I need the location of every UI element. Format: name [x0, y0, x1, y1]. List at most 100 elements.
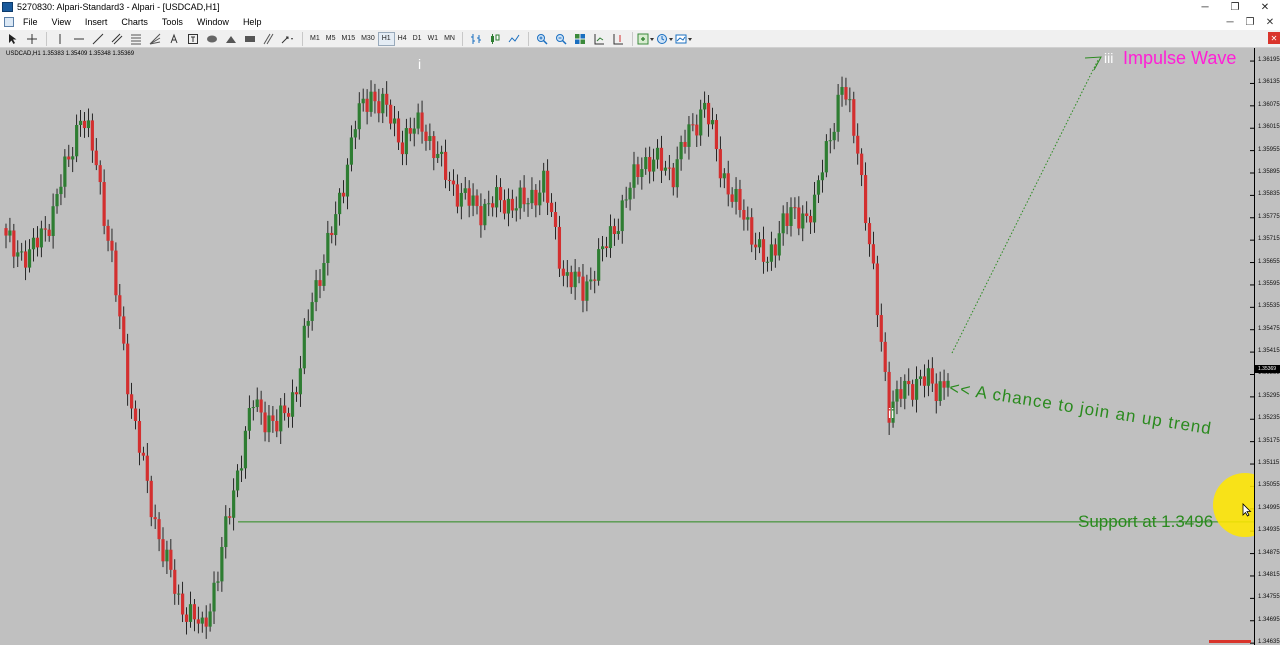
- bull-candle: [495, 187, 499, 208]
- bear-candle: [754, 244, 758, 248]
- chart-shift-icon[interactable]: [609, 31, 627, 47]
- bear-candle: [561, 268, 565, 276]
- channel-icon[interactable]: [108, 31, 126, 47]
- timeframe-m15[interactable]: M15: [338, 32, 358, 46]
- zoom-out-icon[interactable]: [552, 31, 570, 47]
- autoscroll-icon[interactable]: [590, 31, 608, 47]
- line-chart-icon[interactable]: [505, 31, 523, 47]
- bar-chart-icon[interactable]: [467, 31, 485, 47]
- bear-candle: [883, 341, 887, 372]
- tile-windows-icon[interactable]: [571, 31, 589, 47]
- bear-candle: [408, 128, 412, 134]
- vertical-line-icon[interactable]: [51, 31, 69, 47]
- bear-candle: [809, 215, 813, 223]
- bull-candle: [644, 157, 648, 170]
- crosshair-icon[interactable]: [23, 31, 41, 47]
- periodicity-icon[interactable]: [656, 31, 674, 47]
- bull-candle: [8, 230, 12, 236]
- zoom-in-icon[interactable]: [533, 31, 551, 47]
- wave-label-ii: ii: [888, 405, 895, 421]
- chart-area[interactable]: USDCAD,H1 1.35383 1.35409 1.35348 1.3536…: [0, 48, 1280, 645]
- bear-candle: [491, 203, 495, 208]
- timeframe-m5[interactable]: M5: [323, 32, 339, 46]
- bear-candle: [867, 223, 872, 245]
- support-annotation: Support at 1.3496: [1078, 512, 1214, 531]
- bull-candle: [459, 192, 463, 207]
- bear-candle: [636, 164, 640, 178]
- price-axis[interactable]: 1.36195 1.36135 1.36075 1.36015 1.35955 1.358…: [1254, 48, 1280, 645]
- bull-candle: [306, 320, 310, 326]
- menu-tools[interactable]: Tools: [155, 17, 190, 27]
- menu-file[interactable]: File: [16, 17, 45, 27]
- wave-label-iii: iii: [1104, 50, 1114, 66]
- bull-candle: [687, 124, 691, 147]
- timeframe-h4[interactable]: H4: [395, 32, 410, 46]
- menu-help[interactable]: Help: [236, 17, 269, 27]
- bull-candle: [440, 151, 444, 154]
- impulse-wave-label: Impulse Wave: [1123, 48, 1237, 68]
- toolbar-separator: [302, 31, 303, 46]
- timeframe-h1[interactable]: H1: [377, 31, 395, 46]
- minimize-button[interactable]: ─: [1190, 0, 1220, 14]
- chart-close-button[interactable]: ✕: [1268, 32, 1280, 44]
- timeframe-w1[interactable]: W1: [425, 32, 442, 46]
- bull-candle: [404, 128, 408, 155]
- bull-candle: [188, 604, 193, 622]
- bear-candle: [196, 619, 200, 624]
- mdi-close-button[interactable]: ✕: [1260, 14, 1280, 30]
- horizontal-line-icon[interactable]: [70, 31, 88, 47]
- bull-candle: [836, 94, 840, 132]
- trendline-icon[interactable]: [89, 31, 107, 47]
- menu-view[interactable]: View: [45, 17, 78, 27]
- menu-charts[interactable]: Charts: [114, 17, 155, 27]
- fibonacci-icon[interactable]: [127, 31, 145, 47]
- bull-candle: [640, 169, 644, 178]
- bull-candle: [302, 325, 306, 369]
- price-tick-label: 1.35295: [1258, 392, 1280, 399]
- timeframe-d1[interactable]: D1: [410, 32, 425, 46]
- menu-insert[interactable]: Insert: [78, 17, 115, 27]
- bull-candle: [251, 407, 255, 409]
- mdi-minimize-button[interactable]: ─: [1220, 14, 1240, 30]
- mdi-controls: ─ ❐ ✕: [1220, 14, 1280, 30]
- price-tick-label: 1.35115: [1258, 460, 1280, 467]
- bear-candle: [930, 368, 934, 384]
- candlestick-icon[interactable]: [486, 31, 504, 47]
- timeframe-m1[interactable]: M1: [307, 32, 323, 46]
- bear-candle: [581, 276, 585, 301]
- bear-candle: [922, 376, 927, 386]
- bull-candle: [279, 405, 283, 432]
- templates-icon[interactable]: [675, 31, 693, 47]
- triangle-icon[interactable]: [222, 31, 240, 47]
- bear-candle: [510, 198, 514, 211]
- bear-candle: [137, 421, 142, 453]
- close-button[interactable]: ✕: [1250, 0, 1280, 14]
- bull-candle: [526, 203, 530, 205]
- document-icon[interactable]: [4, 17, 14, 27]
- bear-candle: [184, 614, 189, 622]
- arrows-icon[interactable]: [279, 31, 297, 47]
- restore-button[interactable]: ❐: [1220, 0, 1250, 14]
- timeframe-mn[interactable]: MN: [441, 32, 458, 46]
- price-tick-label: 1.34695: [1258, 616, 1280, 623]
- bear-candle: [695, 124, 699, 136]
- indicators-icon[interactable]: [637, 31, 655, 47]
- bear-candle: [718, 149, 722, 179]
- pitchfork-icon[interactable]: [260, 31, 278, 47]
- bear-candle: [899, 389, 903, 399]
- text-tool-icon[interactable]: [165, 31, 183, 47]
- bull-candle: [918, 376, 923, 379]
- window-title: 5270830: Alpari-Standard3 - Alpari - [US…: [17, 2, 220, 12]
- bear-candle: [942, 381, 946, 388]
- fibo-fan-icon[interactable]: [146, 31, 164, 47]
- timeframe-m30[interactable]: M30: [358, 32, 378, 46]
- menu-window[interactable]: Window: [190, 17, 236, 27]
- mdi-restore-button[interactable]: ❐: [1240, 14, 1260, 30]
- ellipse-icon[interactable]: [203, 31, 221, 47]
- bull-candle: [628, 187, 632, 200]
- text-label-icon[interactable]: [184, 31, 202, 47]
- rectangle-icon[interactable]: [241, 31, 259, 47]
- cursor-tool-icon[interactable]: [4, 31, 22, 47]
- bull-candle: [514, 208, 518, 211]
- bull-candle: [349, 137, 353, 165]
